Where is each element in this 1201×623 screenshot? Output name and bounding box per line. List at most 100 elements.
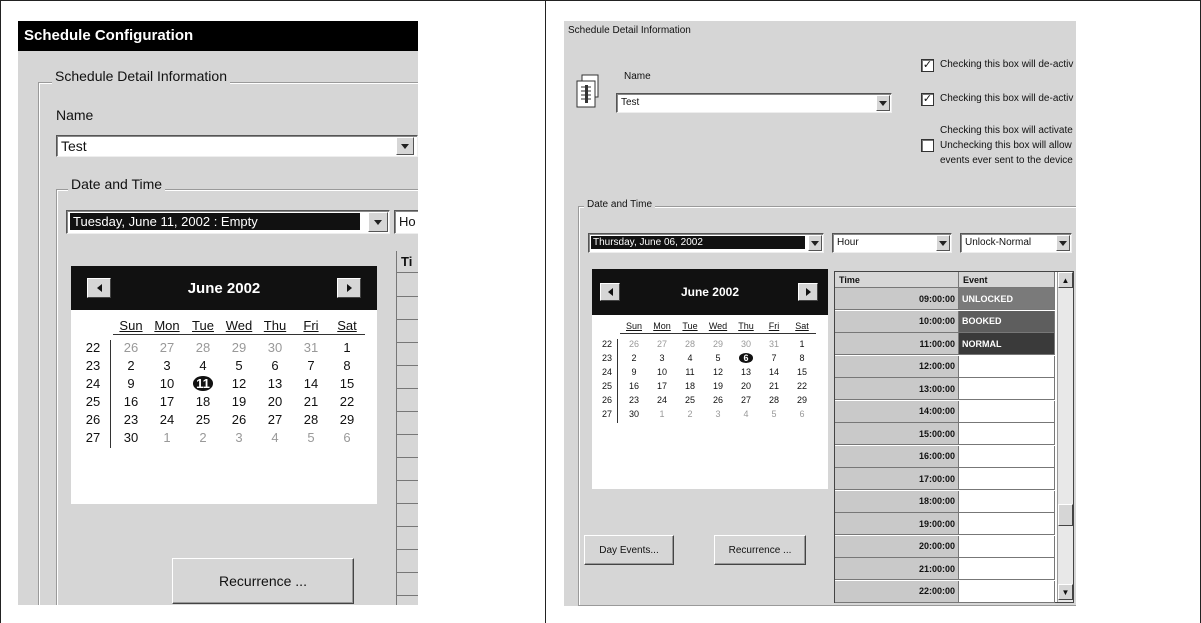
calendar-day[interactable]: 5: [760, 409, 788, 419]
event-cell[interactable]: [959, 468, 1055, 490]
calendar-day[interactable]: 28: [185, 340, 221, 355]
calendar-day[interactable]: 6: [329, 430, 365, 445]
calendar-day[interactable]: 27: [257, 412, 293, 427]
next-month-button[interactable]: [337, 278, 361, 298]
calendar-day[interactable]: 4: [732, 409, 760, 419]
calendar-day[interactable]: 2: [113, 358, 149, 373]
table-row[interactable]: 19:00:00: [835, 513, 1055, 535]
calendar-day[interactable]: 3: [648, 353, 676, 363]
event-cell[interactable]: [959, 490, 1055, 513]
table-row[interactable]: 11:00:00 NORMAL: [835, 333, 1055, 355]
calendar-day[interactable]: 28: [676, 339, 704, 349]
calendar-day[interactable]: 16: [113, 394, 149, 409]
calendar-day[interactable]: 5: [293, 430, 329, 445]
calendar-day[interactable]: 3: [704, 409, 732, 419]
calendar-day[interactable]: 1: [648, 409, 676, 419]
calendar-day[interactable]: 20: [732, 381, 760, 391]
event-cell[interactable]: [959, 378, 1055, 400]
calendar-day[interactable]: 2: [676, 409, 704, 419]
calendar-day[interactable]: 28: [293, 412, 329, 427]
event-cell[interactable]: [959, 445, 1055, 468]
calendar-day[interactable]: 12: [221, 376, 257, 391]
calendar-day[interactable]: 6: [788, 409, 816, 419]
scroll-up-button[interactable]: ▲: [1058, 272, 1073, 288]
event-cell[interactable]: [959, 558, 1055, 580]
calendar-day[interactable]: 21: [293, 394, 329, 409]
calendar-day[interactable]: 30: [732, 339, 760, 349]
calendar-day[interactable]: 15: [788, 367, 816, 377]
interval-combobox[interactable]: Ho: [394, 210, 418, 234]
event-type-dropdown-button[interactable]: [1056, 235, 1070, 251]
calendar-day[interactable]: 1: [149, 430, 185, 445]
calendar-day[interactable]: 6: [257, 358, 293, 373]
table-row[interactable]: 15:00:00: [835, 423, 1055, 445]
calendar-day[interactable]: 24: [149, 412, 185, 427]
calendar-day[interactable]: 28: [760, 395, 788, 405]
calendar-day[interactable]: 8: [329, 358, 365, 373]
table-row[interactable]: 18:00:00: [835, 490, 1055, 513]
table-row[interactable]: 17:00:00: [835, 468, 1055, 490]
calendar-day[interactable]: 26: [704, 395, 732, 405]
calendar-day[interactable]: 25: [185, 412, 221, 427]
table-row[interactable]: 09:00:00 UNLOCKED: [835, 288, 1055, 310]
month-calendar[interactable]: June 2002 Sun Mon Tue Wed Thu Fri Sat 22 26 27 28 2…: [592, 269, 828, 489]
table-row[interactable]: 16:00:00: [835, 445, 1055, 468]
event-cell[interactable]: [959, 580, 1055, 603]
table-scrollbar[interactable]: ▲ ▼: [1057, 272, 1073, 602]
calendar-day[interactable]: 3: [221, 430, 257, 445]
deactivate-checkbox-2[interactable]: ✓: [921, 93, 934, 106]
name-combobox[interactable]: Test: [616, 93, 892, 113]
table-row[interactable]: 14:00:00: [835, 400, 1055, 423]
interval-combobox[interactable]: Hour: [832, 233, 952, 253]
calendar-day[interactable]: 13: [732, 367, 760, 377]
table-row[interactable]: 20:00:00: [835, 535, 1055, 558]
table-row[interactable]: 21:00:00: [835, 558, 1055, 580]
prev-month-button[interactable]: [600, 283, 620, 301]
scroll-down-button[interactable]: ▼: [1058, 584, 1073, 600]
calendar-day[interactable]: 27: [149, 340, 185, 355]
event-cell[interactable]: [959, 535, 1055, 558]
month-calendar[interactable]: June 2002 Sun Mon Tue Wed Thu Fri Sat 22 26 27 28 2…: [71, 266, 377, 504]
name-dropdown-button[interactable]: [876, 95, 890, 111]
calendar-day[interactable]: 4: [676, 353, 704, 363]
calendar-day[interactable]: 4: [185, 358, 221, 373]
calendar-day[interactable]: 31: [760, 339, 788, 349]
event-cell[interactable]: [959, 513, 1055, 535]
calendar-day[interactable]: 30: [257, 340, 293, 355]
calendar-day[interactable]: 11: [192, 376, 214, 391]
calendar-day[interactable]: 29: [788, 395, 816, 405]
table-row[interactable]: 12:00:00: [835, 355, 1055, 378]
calendar-day[interactable]: 17: [149, 394, 185, 409]
calendar-day[interactable]: 8: [788, 353, 816, 363]
calendar-day[interactable]: 7: [760, 353, 788, 363]
calendar-day[interactable]: 22: [329, 394, 365, 409]
calendar-day[interactable]: 26: [113, 340, 149, 355]
calendar-day[interactable]: 9: [113, 376, 149, 391]
event-cell[interactable]: UNLOCKED: [959, 288, 1055, 310]
calendar-day[interactable]: 2: [620, 353, 648, 363]
calendar-day[interactable]: 24: [648, 395, 676, 405]
calendar-day[interactable]: 6: [738, 353, 754, 363]
calendar-day[interactable]: 4: [257, 430, 293, 445]
calendar-day[interactable]: 16: [620, 381, 648, 391]
calendar-day[interactable]: 29: [221, 340, 257, 355]
calendar-day[interactable]: 1: [788, 339, 816, 349]
calendar-day[interactable]: 19: [704, 381, 732, 391]
calendar-day[interactable]: 2: [185, 430, 221, 445]
next-month-button[interactable]: [798, 283, 818, 301]
calendar-day[interactable]: 3: [149, 358, 185, 373]
day-events-button[interactable]: Day Events...: [584, 535, 674, 565]
calendar-day[interactable]: 17: [648, 381, 676, 391]
calendar-day[interactable]: 14: [760, 367, 788, 377]
scroll-thumb[interactable]: [1058, 504, 1073, 526]
date-dropdown-button[interactable]: [808, 235, 822, 251]
calendar-day[interactable]: 5: [221, 358, 257, 373]
date-dropdown-button[interactable]: [368, 212, 388, 232]
event-cell[interactable]: [959, 423, 1055, 445]
calendar-day[interactable]: 26: [620, 339, 648, 349]
calendar-day[interactable]: 1: [329, 340, 365, 355]
event-cell[interactable]: [959, 355, 1055, 378]
calendar-day[interactable]: 15: [329, 376, 365, 391]
calendar-day[interactable]: 23: [113, 412, 149, 427]
calendar-day[interactable]: 23: [620, 395, 648, 405]
